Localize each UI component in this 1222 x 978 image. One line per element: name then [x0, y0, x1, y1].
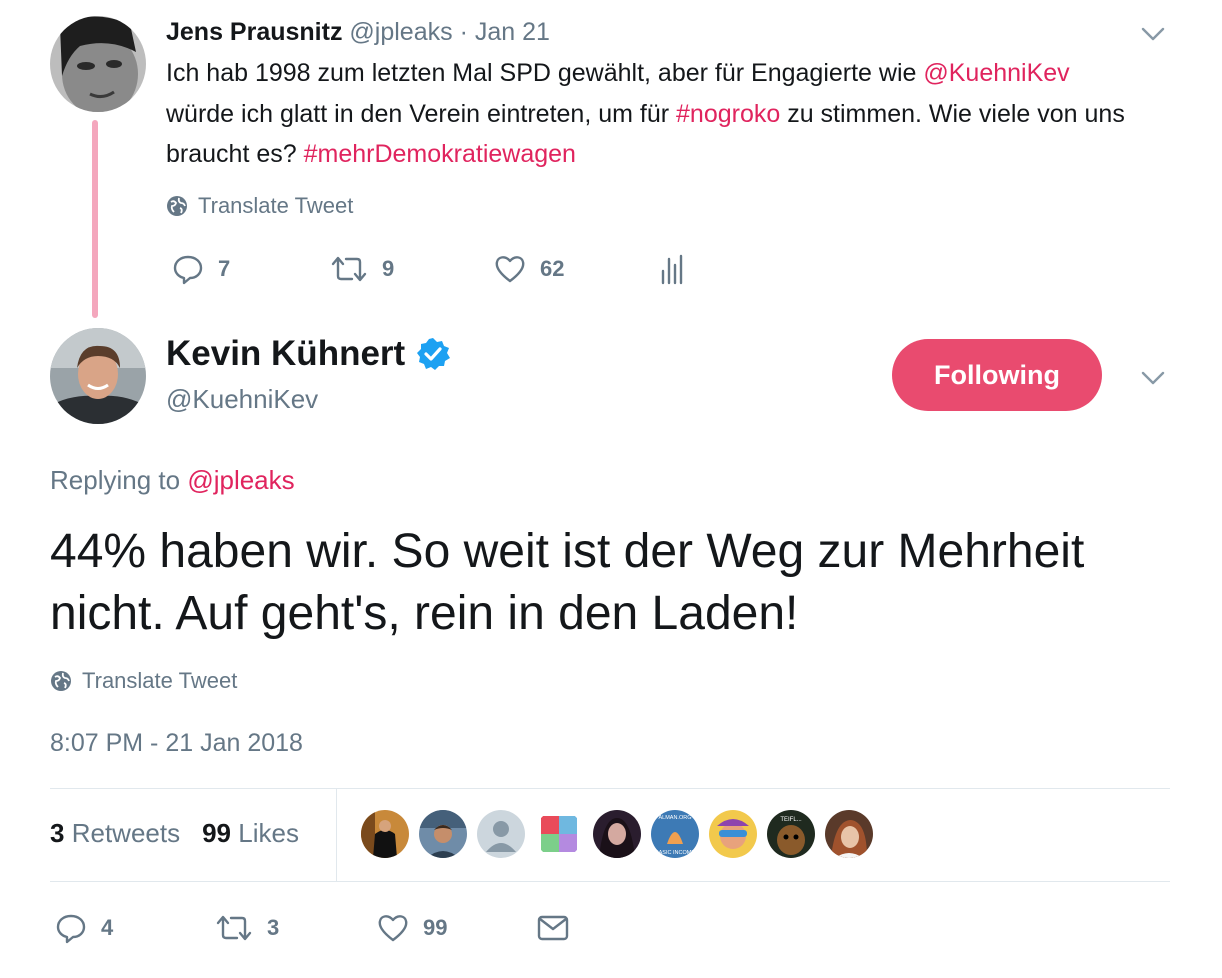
tweet-actions: 4 3 99	[55, 912, 569, 944]
liker-avatar[interactable]: ALMAN.ORG BASIC INCOME	[651, 810, 699, 858]
avatar[interactable]	[50, 328, 146, 424]
liker-avatar[interactable]	[361, 810, 409, 858]
like-label: Likes	[238, 818, 299, 848]
hashtag-link[interactable]: #nogroko	[676, 100, 780, 128]
divider	[336, 789, 337, 881]
liker-avatar[interactable]	[593, 810, 641, 858]
liker-avatar[interactable]	[709, 810, 757, 858]
direct-message-button[interactable]	[537, 914, 569, 942]
liker-avatar[interactable]: TEIFL...	[767, 810, 815, 858]
reply-count: 4	[101, 915, 114, 940]
heart-icon	[494, 254, 526, 284]
divider	[50, 788, 1170, 789]
tweet-date[interactable]: Jan 21	[475, 18, 550, 46]
analytics-button[interactable]	[660, 253, 684, 285]
liker-avatar[interactable]	[419, 810, 467, 858]
retweet-label: Retweets	[71, 818, 181, 848]
likes-stat[interactable]: 99 Likes	[202, 818, 299, 849]
translate-tweet-link[interactable]: Translate Tweet	[166, 193, 353, 219]
liker-avatar[interactable]	[535, 810, 583, 858]
retweet-count: 3	[267, 915, 280, 940]
tweet-timestamp[interactable]: 8:07 PM - 21 Jan 2018	[50, 729, 303, 758]
author-name-row: Kevin Kühnert	[166, 333, 451, 375]
retweet-count: 9	[382, 256, 395, 281]
tweet-actions: 7 9 62	[172, 253, 684, 285]
retweet-icon	[215, 914, 253, 942]
author-handle[interactable]: @KuehniKev	[166, 384, 318, 415]
reply-count: 7	[218, 256, 231, 281]
liker-avatar[interactable]	[825, 810, 873, 858]
author-name[interactable]: Kevin Kühnert	[166, 333, 405, 375]
following-button[interactable]: Following	[892, 339, 1102, 411]
reply-icon	[55, 912, 87, 944]
divider	[50, 881, 1170, 882]
translate-tweet-link[interactable]: Translate Tweet	[50, 668, 237, 694]
envelope-icon	[537, 914, 569, 942]
heart-icon	[377, 913, 409, 943]
retweet-button[interactable]: 9	[330, 255, 494, 283]
translate-label: Translate Tweet	[82, 668, 238, 693]
avatar[interactable]	[50, 16, 146, 112]
retweet-button[interactable]: 3	[215, 914, 377, 942]
author-handle[interactable]: @jpleaks	[349, 18, 452, 46]
chevron-down-icon[interactable]	[1138, 362, 1168, 392]
tweet-text-part: Ich hab 1998 zum letzten Mal SPD gewählt…	[166, 59, 924, 87]
hashtag-link[interactable]: #mehrDemokratiewagen	[304, 140, 576, 168]
reply-button[interactable]: 4	[55, 912, 215, 944]
replying-handle-link[interactable]: @jpleaks	[187, 465, 294, 495]
tweet-text: 44% haben wir. So weit ist der Weg zur M…	[50, 525, 1085, 640]
liker-avatars: ALMAN.ORG BASIC INCOME TEIFL...	[361, 810, 873, 858]
retweet-icon	[330, 255, 368, 283]
translate-label: Translate Tweet	[198, 193, 354, 218]
like-count: 99	[202, 818, 232, 848]
author-name[interactable]: Jens Prausnitz	[166, 18, 342, 46]
chevron-down-icon[interactable]	[1138, 18, 1168, 48]
like-button[interactable]: 62	[494, 254, 660, 284]
reply-icon	[172, 253, 204, 285]
avatar-text: TEIFL...	[780, 817, 802, 823]
retweets-stat[interactable]: 3 Retweets	[50, 818, 180, 849]
like-button[interactable]: 99	[377, 913, 537, 943]
tweet-text: Ich hab 1998 zum letzten Mal SPD gewählt…	[166, 53, 1126, 175]
thread-connector	[92, 120, 98, 318]
replying-prefix: Replying to	[50, 465, 188, 495]
separator: ·	[459, 18, 468, 46]
retweet-count: 3	[50, 818, 65, 848]
globe-icon	[50, 670, 72, 692]
verified-badge-icon	[415, 336, 451, 372]
mention-link[interactable]: @KuehniKev	[923, 59, 1069, 87]
analytics-icon	[660, 253, 684, 285]
tweet-text-part: würde ich glatt in den Verein eintreten,…	[166, 99, 677, 128]
like-count: 99	[423, 915, 448, 940]
replying-to: Replying to @jpleaks	[50, 465, 295, 496]
like-count: 62	[540, 256, 565, 281]
avatar-text: ALMAN.ORG	[658, 815, 691, 821]
tweet-header: Jens Prausnitz @jpleaks · Jan 21	[166, 16, 550, 48]
avatar-text: BASIC INCOME	[655, 850, 695, 856]
liker-avatar[interactable]	[477, 810, 525, 858]
globe-icon	[166, 195, 188, 217]
reply-button[interactable]: 7	[172, 253, 330, 285]
tweet-stats: 3 Retweets 99 Likes	[50, 818, 299, 849]
